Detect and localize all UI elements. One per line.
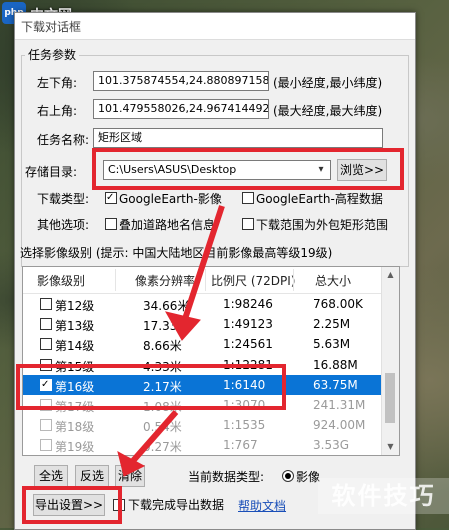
level-checkbox[interactable] [40, 419, 52, 432]
outer-rect-checkbox[interactable] [242, 218, 254, 230]
level-cell: 第18级 [55, 420, 95, 435]
titlebar: 下载对话框 [15, 13, 415, 40]
task-name-field[interactable]: 矩形区域 [93, 128, 383, 148]
outer-rect-label: 下载范围为外包矩形范围 [256, 218, 389, 232]
storage-dir-value: C:\Users\ASUS\Desktop [108, 163, 237, 176]
level-cell: 第15级 [55, 359, 95, 374]
size-cell: 241.31M [313, 398, 366, 412]
table-row[interactable]: 第12级 34.66米 1:98246 768.00K [23, 294, 383, 314]
header-divider [115, 269, 116, 291]
resolution-cell: 4.33米 [143, 359, 182, 374]
upper-right-field[interactable]: 101.479558026,24.967414492 [93, 99, 269, 119]
corner-watermark: 软件技巧 [318, 478, 449, 514]
scale-cell: 1:24561 [223, 337, 273, 352]
size-cell: 5.63M [313, 337, 351, 352]
size-cell: 2.25M [313, 317, 351, 332]
scale-cell: 1:49123 [223, 317, 273, 332]
googleearth-elevation-checkbox[interactable] [242, 192, 254, 204]
storage-dir-combo[interactable]: C:\Users\ASUS\Desktop ▾ [103, 160, 331, 180]
chevron-down-icon[interactable]: ▾ [315, 164, 327, 176]
scroll-down-icon[interactable]: ▼ [382, 439, 399, 455]
clear-button[interactable]: 清除 [115, 465, 145, 487]
table-row[interactable]: 第19级 0.27米 1:767 3.53G [23, 435, 383, 455]
scale-cell: 1:6140 [223, 377, 266, 392]
other-options-label: 其他选项: [37, 218, 90, 232]
scale-cell: 1:1535 [223, 418, 266, 433]
header-resolution[interactable]: 像素分辨率 [135, 272, 195, 289]
browse-button[interactable]: 浏览>> [337, 159, 387, 181]
task-name-label: 任务名称: [37, 133, 90, 147]
level-checkbox[interactable] [40, 399, 52, 411]
resolution-cell: 0.54米 [143, 420, 182, 435]
level-cell: 第14级 [55, 339, 95, 354]
header-scale[interactable]: 比例尺 (72DPI) [211, 272, 295, 289]
scale-cell: 1:12281 [223, 357, 273, 372]
window-title: 下载对话框 [21, 20, 82, 34]
export-settings-button[interactable]: 导出设置>> [33, 494, 105, 516]
export-after-download-checkbox[interactable] [113, 499, 125, 511]
export-after-download-label: 下载完成导出数据 [128, 498, 225, 512]
list-scrollbar[interactable]: ▲ ▼ [381, 267, 399, 455]
header-level[interactable]: 影像级别 [37, 272, 85, 289]
select-all-button[interactable]: 全选 [34, 465, 68, 487]
table-row[interactable]: 第15级 4.33米 1:12281 16.88M [23, 355, 383, 375]
level-cell: 第17级 [55, 400, 95, 414]
image-type-label: 影像 [296, 470, 321, 484]
table-row[interactable]: 第18级 0.54米 1:1535 924.00M [23, 415, 383, 435]
upper-right-label: 右上角: [37, 104, 78, 118]
level-checkbox[interactable] [40, 358, 52, 371]
help-link[interactable]: 帮助文档 [238, 497, 286, 514]
scroll-up-icon[interactable]: ▲ [382, 267, 399, 283]
upper-right-hint: (最大经度,最大纬度) [273, 104, 383, 118]
resolution-cell: 17.33米 [143, 319, 190, 334]
overlay-roads-label: 叠加道路地名信息 [119, 218, 216, 232]
header-divider [293, 269, 294, 291]
size-cell: 63.75M [313, 377, 358, 392]
lower-left-hint: (最小经度,最小纬度) [273, 76, 383, 90]
level-list-legend: 选择影像级别 (提示: 中国大陆地区目前影像最高等级19级) [20, 246, 333, 260]
level-checkbox[interactable] [40, 378, 52, 391]
level-cell: 第19级 [55, 440, 95, 455]
table-row[interactable]: 第16级 2.17米 1:6140 63.75M [23, 374, 383, 395]
level-checkbox[interactable] [40, 439, 52, 452]
resolution-cell: 2.17米 [143, 379, 182, 394]
size-cell: 3.53G [313, 438, 350, 453]
resolution-cell: 8.66米 [143, 339, 182, 354]
invert-button[interactable]: 反选 [75, 465, 109, 487]
level-list-header: 影像级别 像素分辨率 比例尺 (72DPI) 总大小 [23, 267, 383, 294]
level-cell: 第12级 [55, 299, 95, 313]
resolution-cell: 0.27米 [143, 440, 182, 455]
scroll-thumb[interactable] [385, 373, 395, 423]
level-list: 影像级别 像素分辨率 比例尺 (72DPI) 总大小 第12级 34.66米 1:9… [22, 266, 400, 456]
level-checkbox[interactable] [40, 298, 52, 310]
level-checkbox[interactable] [40, 338, 52, 351]
scale-cell: 1:767 [223, 438, 258, 453]
resolution-cell: 1.08米 [143, 400, 182, 414]
scale-cell: 1:98246 [223, 297, 273, 311]
table-row[interactable]: 第14级 8.66米 1:24561 5.63M [23, 334, 383, 354]
scale-cell: 1:3070 [223, 398, 266, 412]
level-cell: 第16级 [55, 379, 95, 394]
overlay-roads-checkbox[interactable] [105, 218, 117, 230]
lower-left-label: 左下角: [37, 76, 78, 90]
storage-dir-label: 存储目录: [25, 165, 78, 179]
current-type-label: 当前数据类型: [188, 470, 265, 484]
size-cell: 924.00M [313, 418, 366, 433]
size-cell: 768.00K [313, 297, 363, 311]
image-type-radio[interactable] [282, 470, 294, 482]
googleearth-elevation-label: GoogleEarth-高程数据 [256, 192, 383, 206]
table-row[interactable]: 第17级 1.08米 1:3070 241.31M [23, 395, 383, 415]
resolution-cell: 34.66米 [143, 299, 190, 313]
googleearth-image-label: GoogleEarth-影像 [119, 192, 222, 206]
googleearth-image-checkbox[interactable] [105, 192, 117, 204]
header-divider [205, 269, 206, 291]
lower-left-field[interactable]: 101.375874554,24.880897158 [93, 71, 269, 91]
level-cell: 第13级 [55, 319, 95, 334]
level-checkbox[interactable] [40, 318, 52, 331]
header-size[interactable]: 总大小 [315, 272, 351, 289]
size-cell: 16.88M [313, 357, 358, 372]
table-row[interactable]: 第13级 17.33米 1:49123 2.25M [23, 314, 383, 334]
download-type-label: 下载类型: [37, 192, 90, 206]
task-params-legend: 任务参数 [25, 46, 80, 63]
